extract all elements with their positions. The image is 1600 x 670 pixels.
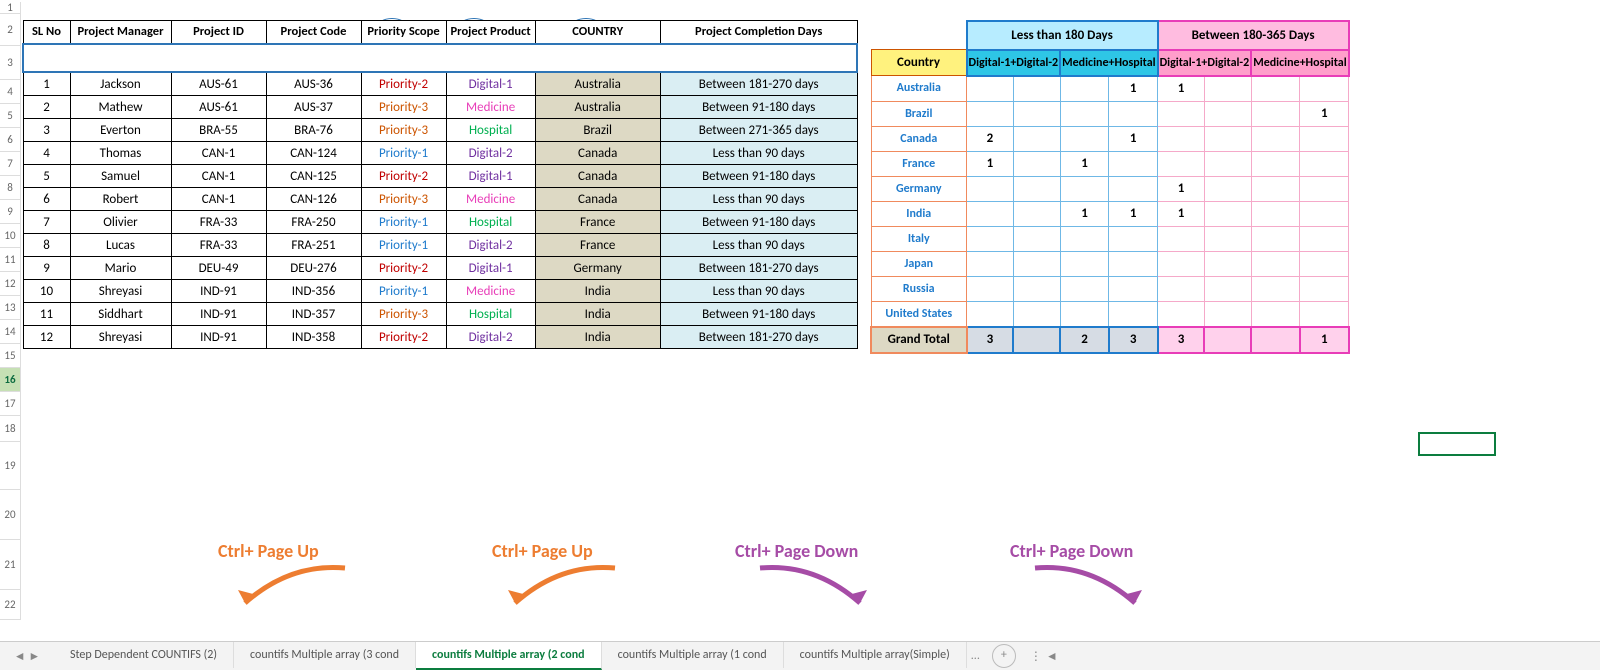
curve-arrow-right-icon	[1020, 558, 1170, 618]
row-header[interactable]: 18	[0, 416, 21, 442]
summary-row[interactable]: Canada21	[871, 126, 1349, 151]
summary-row[interactable]: Germany1	[871, 176, 1349, 201]
row-header[interactable]: 20	[0, 490, 21, 540]
summary-row[interactable]: Russia	[871, 276, 1349, 301]
row-header[interactable]: 8	[0, 176, 21, 200]
table-row[interactable]: 6RobertCAN-1CAN-126Priority-3MedicineCan…	[23, 188, 857, 211]
sub-digital-1[interactable]: Digital-1+Digital-2	[967, 50, 1061, 76]
sheet-tab[interactable]: countifs Multiple array (3 cond	[234, 642, 416, 668]
row-header[interactable]: 14	[0, 320, 21, 344]
band-less-180[interactable]: Less than 180 Days	[967, 21, 1158, 50]
row-header[interactable]: 13	[0, 296, 21, 320]
sub-med-2[interactable]: Medicine+Hospital	[1251, 50, 1348, 76]
sheet-tab[interactable]: countifs Multiple array (1 cond	[602, 642, 784, 668]
col-pid[interactable]: Project ID	[171, 21, 266, 45]
row-header[interactable]: 5	[0, 104, 21, 128]
table-row[interactable]: 9MarioDEU-49DEU-276Priority-2Digital-1Ge…	[23, 257, 857, 280]
sub-med-1[interactable]: Medicine+Hospital	[1060, 50, 1157, 76]
table-row[interactable]: 1JacksonAUS-61AUS-36Priority-2Digital-1A…	[23, 72, 857, 96]
table-row[interactable]: 11SiddhartIND-91IND-357Priority-3Hospita…	[23, 303, 857, 326]
table-row[interactable]: 5SamuelCAN-1CAN-125Priority-2Digital-1Ca…	[23, 165, 857, 188]
row-header[interactable]: 10	[0, 224, 21, 248]
curve-arrow-left-icon	[210, 558, 360, 618]
sheet-tabs: ◄ ► Step Dependent COUNTIFS (2)countifs …	[0, 641, 1600, 670]
summary-table: Less than 180 Days Between 180-365 Days …	[870, 20, 1350, 354]
tab-scroll[interactable]: ⋮◄	[1030, 649, 1058, 664]
table-row[interactable]: 4ThomasCAN-1CAN-124Priority-1Digital-2Ca…	[23, 142, 857, 165]
col-pp[interactable]: Project Product	[446, 21, 535, 45]
summary-row[interactable]: Australia11	[871, 76, 1349, 102]
summary-total-row[interactable]: Grand Total32331	[871, 327, 1349, 353]
row-header[interactable]: 4	[0, 80, 21, 104]
sub-digital-2[interactable]: Digital-1+Digital-2	[1158, 50, 1252, 76]
col-days[interactable]: Project Completion Days	[660, 21, 857, 45]
active-cell[interactable]	[1418, 432, 1496, 456]
row-header[interactable]: 16	[0, 368, 21, 392]
summary-row[interactable]: India111	[871, 201, 1349, 226]
table-row[interactable]: 8LucasFRA-33FRA-251Priority-1Digital-2Fr…	[23, 234, 857, 257]
sheet-tab[interactable]: countifs Multiple array (2 cond	[416, 642, 602, 670]
band-180-365[interactable]: Between 180-365 Days	[1158, 21, 1349, 50]
col-pc[interactable]: Project Code	[266, 21, 361, 45]
col-ct[interactable]: COUNTRY	[535, 21, 660, 45]
table-row[interactable]: 3EvertonBRA-55BRA-76Priority-3HospitalBr…	[23, 119, 857, 142]
add-sheet-button[interactable]: +	[992, 644, 1016, 668]
row-header[interactable]: 15	[0, 344, 21, 368]
data-table: SL No Project Manager Project ID Project…	[22, 20, 858, 349]
col-ps[interactable]: Priority Scope	[361, 21, 446, 45]
row-header[interactable]: 9	[0, 200, 21, 224]
row-header[interactable]: 6	[0, 128, 21, 152]
curve-arrow-right-icon	[745, 558, 895, 618]
summary-row[interactable]: Japan	[871, 251, 1349, 276]
row-header[interactable]: 3	[0, 46, 21, 80]
tabs-more[interactable]: ...	[967, 649, 984, 663]
sheet-tab[interactable]: countifs Multiple array(Simple)	[784, 642, 967, 668]
row-header[interactable]: 21	[0, 540, 21, 590]
summary-row[interactable]: Italy	[871, 226, 1349, 251]
row-header[interactable]: 19	[0, 442, 21, 490]
row-header[interactable]: 2	[0, 14, 21, 46]
tab-nav[interactable]: ◄ ►	[0, 649, 54, 664]
col-sl[interactable]: SL No	[23, 21, 70, 45]
table-row[interactable]: 10ShreyasiIND-91IND-356Priority-1Medicin…	[23, 280, 857, 303]
summary-row[interactable]: United States	[871, 301, 1349, 327]
table-row[interactable]: 7OlivierFRA-33FRA-250Priority-1HospitalF…	[23, 211, 857, 234]
row-header[interactable]: 17	[0, 392, 21, 416]
row-header[interactable]: 12	[0, 272, 21, 296]
summary-row[interactable]: France11	[871, 151, 1349, 176]
table-row[interactable]: 2MathewAUS-61AUS-37Priority-3MedicineAus…	[23, 96, 857, 119]
row-header[interactable]: 11	[0, 248, 21, 272]
row-header[interactable]: 7	[0, 152, 21, 176]
col-country[interactable]: Country	[871, 50, 967, 76]
table-row[interactable]: 12ShreyasiIND-91IND-358Priority-2Digital…	[23, 326, 857, 349]
row-header[interactable]: 22	[0, 590, 21, 620]
curve-arrow-left-icon	[480, 558, 630, 618]
sheet-tab[interactable]: Step Dependent COUNTIFS (2)	[54, 642, 234, 668]
summary-row[interactable]: Brazil1	[871, 101, 1349, 126]
row-header[interactable]: 1	[0, 2, 21, 14]
col-pm[interactable]: Project Manager	[70, 21, 171, 45]
